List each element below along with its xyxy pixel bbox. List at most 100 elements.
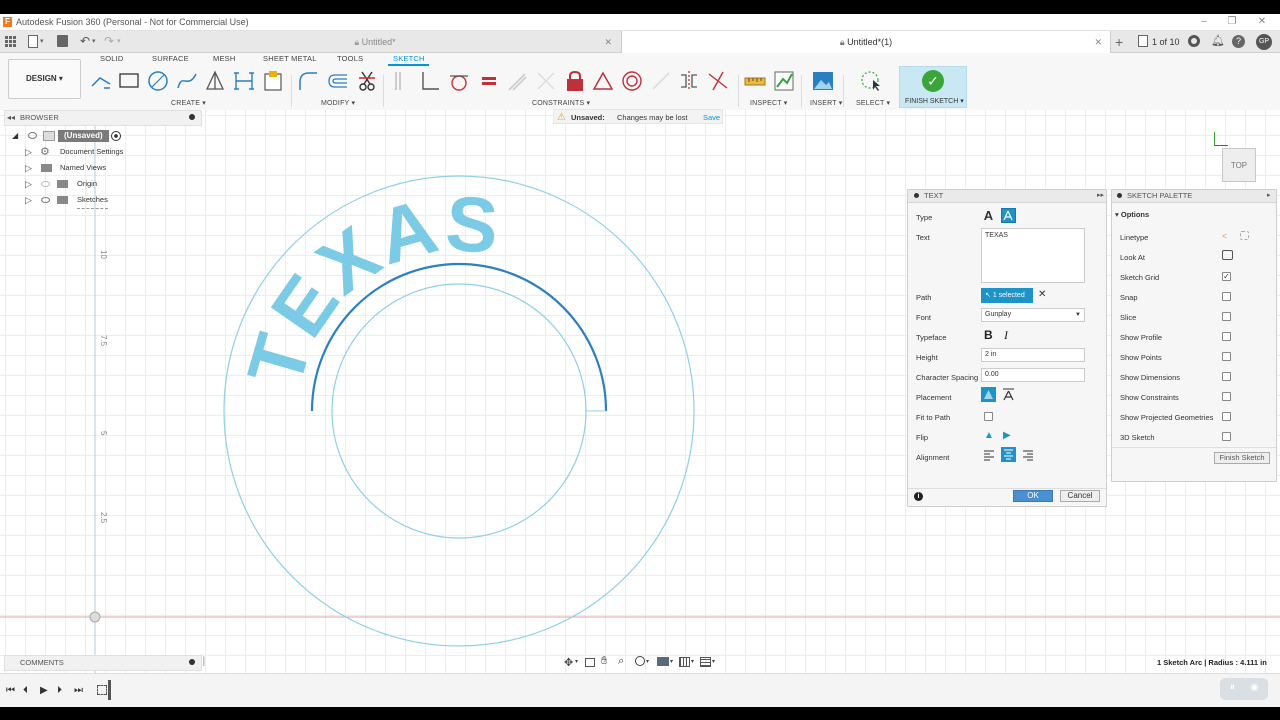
finish-sketch-button[interactable]: ✓ FINISH SKETCH ▾ (899, 66, 967, 108)
show-constraints-checkbox[interactable] (1222, 392, 1231, 401)
visibility-eye-icon[interactable] (41, 181, 50, 187)
tab-solid[interactable]: SOLID (100, 54, 124, 63)
text-dialog-header[interactable]: TEXT ▸▸ (908, 190, 1106, 203)
workspace-selector[interactable]: DESIGN ▾ (8, 59, 81, 99)
coincident-icon[interactable] (419, 70, 441, 92)
offset-icon[interactable] (327, 70, 349, 92)
record-icon[interactable]: ◉ (1250, 682, 1259, 693)
timeline-marker[interactable] (108, 680, 111, 700)
help-icon[interactable]: ? (1232, 35, 1245, 48)
expand-triangle-icon[interactable]: ▷ (25, 160, 32, 176)
browser-panel-header[interactable]: ◂◂ BROWSER (4, 110, 202, 126)
font-select[interactable]: Gunplay ▼ (981, 308, 1085, 322)
snap-checkbox[interactable] (1222, 292, 1231, 301)
placement-below-icon[interactable] (1001, 387, 1016, 402)
tab-tools[interactable]: TOOLS (337, 54, 363, 63)
redo-dropdown-icon[interactable]: ▾ (117, 37, 121, 45)
analysis-icon[interactable] (773, 70, 795, 92)
expand-triangle-icon[interactable]: ▷ (25, 176, 32, 192)
file-dropdown-icon[interactable]: ▾ (40, 37, 44, 45)
finish-sketch-palette-button[interactable]: Finish Sketch (1214, 452, 1270, 464)
flip-vertical-icon[interactable]: ▲ (984, 430, 994, 441)
root-component-label[interactable]: (Unsaved) (58, 130, 109, 142)
triangle-mirror-icon[interactable] (204, 70, 226, 92)
close-window-icon[interactable]: ✕ (1255, 15, 1269, 29)
browser-item-sketches[interactable]: ▷ Sketches (12, 192, 202, 209)
line-icon[interactable] (90, 70, 112, 92)
concentric-icon[interactable] (621, 70, 643, 92)
expand-triangle-icon[interactable]: ▷ (25, 144, 32, 160)
3d-sketch-checkbox[interactable] (1222, 432, 1231, 441)
constraints-group-label[interactable]: CONSTRAINTS ▾ (532, 99, 590, 107)
browser-item-document-settings[interactable]: ▷ ⚙ Document Settings (12, 144, 202, 160)
expand-triangle-icon[interactable]: ▷ (25, 192, 32, 208)
close-tab-icon[interactable]: ✕ (604, 31, 612, 53)
visibility-eye-icon[interactable] (41, 197, 50, 203)
step-back-icon[interactable]: ⏴ (23, 685, 28, 696)
collinear-icon[interactable] (650, 70, 672, 92)
pin-icon[interactable] (189, 659, 195, 665)
clear-selection-icon[interactable]: ✕ (1038, 289, 1046, 300)
tab-sheet-metal[interactable]: SHEET METAL (263, 54, 317, 63)
flip-horizontal-icon[interactable]: ▶ (1003, 430, 1011, 441)
equal-icon[interactable] (478, 70, 500, 92)
options-section[interactable]: ▾ Options (1115, 210, 1149, 219)
play-icon[interactable]: ▶ (40, 685, 48, 696)
display-settings-icon[interactable] (657, 657, 669, 666)
app-grid-icon[interactable] (5, 36, 16, 47)
show-points-checkbox[interactable] (1222, 352, 1231, 361)
pause-icon[interactable]: ⏸ (1230, 682, 1235, 693)
dialog-pin-icon[interactable] (914, 193, 919, 198)
redo-icon[interactable]: ↷ (104, 34, 114, 48)
look-at-icon[interactable] (1222, 250, 1233, 260)
browser-item-named-views[interactable]: ▷ Named Views (12, 160, 202, 176)
fit-window-icon[interactable] (635, 656, 645, 666)
notification-bell-icon[interactable]: 🔔︎ (1211, 34, 1225, 47)
viewcube[interactable]: TOP (1222, 148, 1256, 182)
orbit-dropdown-icon[interactable]: ▾ (575, 658, 578, 665)
text-type-path-icon[interactable] (1001, 208, 1016, 223)
tab-surface[interactable]: SURFACE (152, 54, 189, 63)
sketch-timeline-icon[interactable] (97, 685, 107, 695)
display-dropdown-icon[interactable]: ▾ (670, 658, 673, 665)
modify-group-label[interactable]: MODIFY ▾ (321, 99, 355, 107)
visibility-eye-icon[interactable] (28, 132, 37, 139)
sketch-palette-header[interactable]: SKETCH PALETTE ▸ (1112, 190, 1276, 203)
tangent-icon[interactable] (448, 70, 470, 92)
align-right-icon[interactable] (1021, 448, 1035, 462)
inspect-group-label[interactable]: INSPECT ▾ (750, 99, 787, 107)
symmetry-icon[interactable] (678, 70, 700, 92)
close-tab-icon[interactable]: ✕ (1094, 31, 1102, 53)
comments-panel-header[interactable]: COMMENTS ▕ (4, 655, 204, 671)
step-forward-icon[interactable]: ⏵ (57, 685, 62, 696)
tab-sketch[interactable]: SKETCH (393, 54, 425, 63)
fillet-icon[interactable] (297, 70, 319, 92)
save-icon[interactable] (57, 35, 68, 47)
midpoint-triangle-icon[interactable] (592, 70, 614, 92)
ok-button[interactable]: OK (1013, 490, 1053, 502)
jobs-icon[interactable] (1138, 35, 1148, 47)
select-window-icon[interactable] (860, 70, 882, 92)
expand-dialog-icon[interactable]: ▸▸ (1097, 190, 1104, 202)
bold-icon[interactable]: B (984, 328, 993, 342)
go-to-end-icon[interactable]: ⏭ (74, 685, 83, 696)
cancel-button[interactable]: Cancel (1060, 490, 1100, 502)
new-tab-icon[interactable]: + (1115, 34, 1123, 50)
save-link[interactable]: Save (703, 111, 720, 124)
tab-untitled-1[interactable]: 🔒︎ Untitled*(1) ✕ (621, 31, 1111, 53)
horizontal-vertical-icon[interactable] (390, 70, 412, 92)
viewports-dropdown-icon[interactable]: ▾ (712, 658, 715, 665)
activate-radio-icon[interactable] (111, 131, 121, 141)
minimize-icon[interactable]: – (1197, 15, 1211, 29)
select-group-label[interactable]: SELECT ▾ (856, 99, 890, 107)
look-at-icon[interactable] (585, 658, 595, 667)
online-status-icon[interactable] (1188, 35, 1200, 47)
perpendicular-icon[interactable] (535, 70, 557, 92)
zoom-icon[interactable]: ⌕ (618, 655, 624, 668)
orbit-icon[interactable]: ✥ (564, 656, 573, 669)
expand-palette-icon[interactable]: ▸ (1267, 190, 1271, 202)
grid-settings-icon[interactable] (679, 657, 690, 667)
pan-hand-icon[interactable]: ✋︎ (601, 655, 607, 668)
fix-lock-icon[interactable] (564, 70, 586, 92)
collapse-triangle-icon[interactable]: ◢ (12, 128, 18, 144)
